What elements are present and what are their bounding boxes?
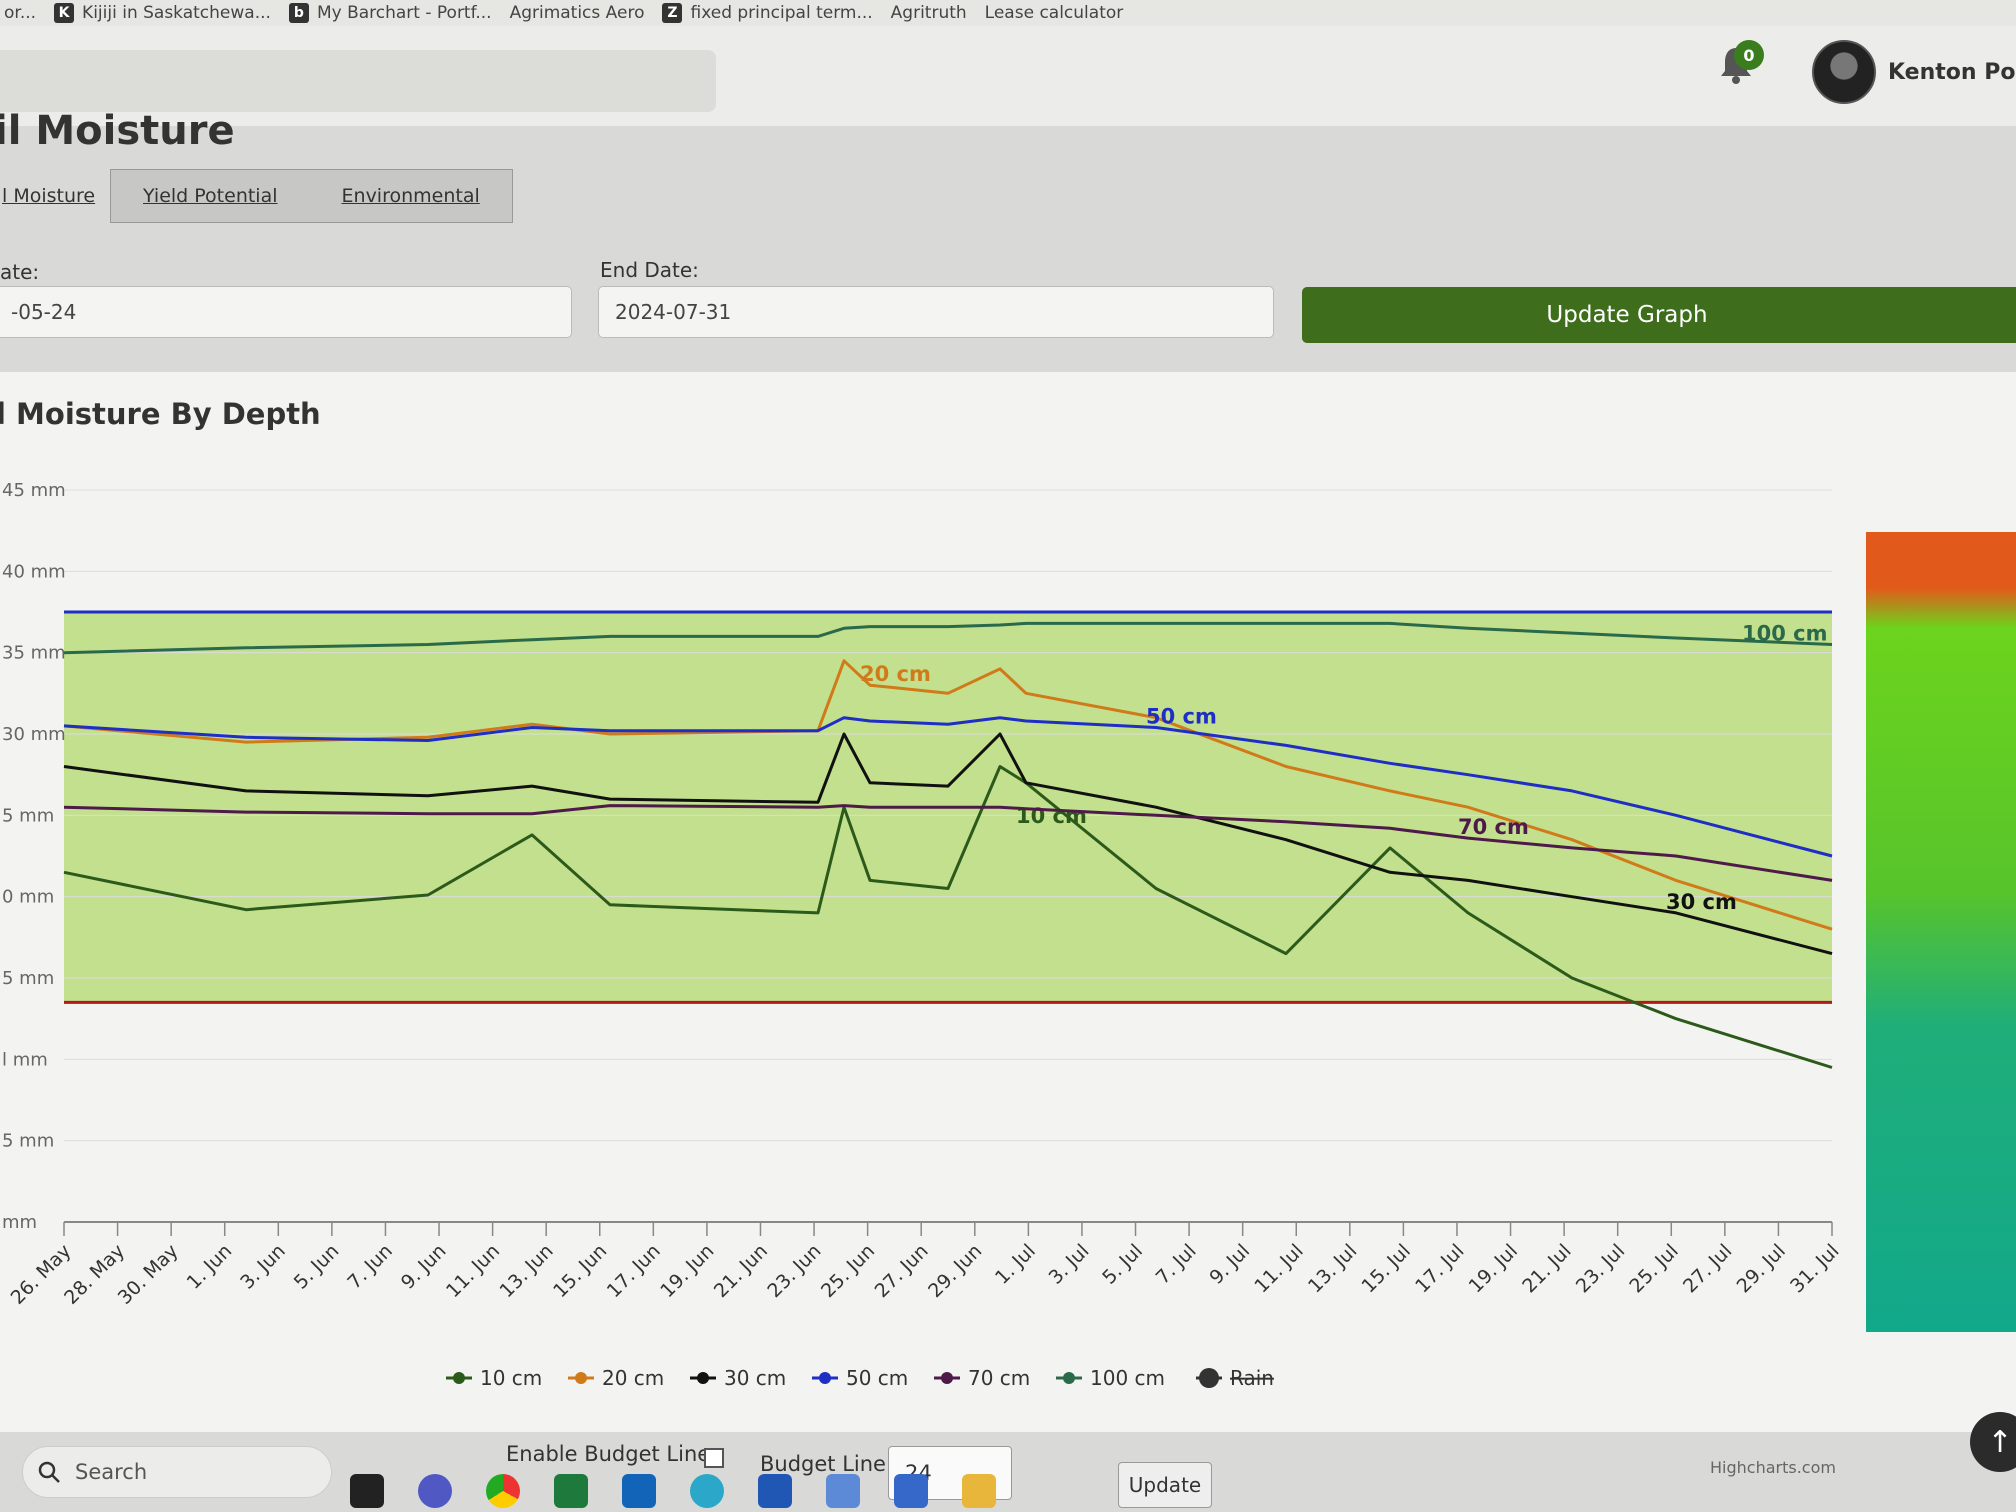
y-tick-label: 5 mm xyxy=(2,805,54,826)
edge-icon[interactable] xyxy=(690,1474,724,1508)
x-tick-label: 11. Jun xyxy=(442,1240,504,1302)
legend-symbol xyxy=(1063,1372,1075,1384)
x-tick-label: 19. Jun xyxy=(656,1240,718,1302)
legend-item-label: 100 cm xyxy=(1090,1366,1165,1390)
legend-item-label: 30 cm xyxy=(724,1366,786,1390)
legend-symbol xyxy=(453,1372,465,1384)
folder-icon[interactable] xyxy=(962,1474,996,1508)
word-icon[interactable] xyxy=(758,1474,792,1508)
x-tick-label: 25. Jul xyxy=(1625,1240,1682,1297)
budget-line-checkbox[interactable] xyxy=(704,1448,724,1468)
y-tick-label: 45 mm xyxy=(2,480,66,501)
x-tick-label: 5. Jun xyxy=(290,1240,344,1294)
budget-checkbox-label: Enable Budget Line: xyxy=(506,1442,718,1466)
legend-symbol xyxy=(575,1372,587,1384)
taskbar-apps xyxy=(350,1474,996,1508)
x-tick-label: 19. Jul xyxy=(1465,1240,1522,1297)
highcharts-credits[interactable]: Highcharts.com xyxy=(1710,1458,1836,1477)
y-tick-label: 0 mm xyxy=(2,887,54,908)
legend-item-label: Rain xyxy=(1230,1366,1274,1390)
y-tick-label: 40 mm xyxy=(2,561,66,582)
legend-item-label: 20 cm xyxy=(602,1366,664,1390)
legend-symbol xyxy=(941,1372,953,1384)
x-tick-label: 5. Jul xyxy=(1098,1240,1147,1289)
series-data-label: 70 cm xyxy=(1458,815,1529,839)
y-tick-label: l mm xyxy=(2,1049,48,1070)
x-tick-label: 30. May xyxy=(114,1240,183,1309)
x-tick-label: 15. Jun xyxy=(549,1240,611,1302)
x-tick-label: 17. Jun xyxy=(603,1240,665,1302)
x-tick-label: 21. Jun xyxy=(710,1240,772,1302)
x-tick-label: 27. Jun xyxy=(871,1240,933,1302)
x-tick-label: 9. Jul xyxy=(1205,1240,1254,1289)
legend-symbol xyxy=(697,1372,709,1384)
budget-update-button[interactable]: Update xyxy=(1118,1462,1212,1508)
series-data-label: 30 cm xyxy=(1666,890,1737,914)
y-tick-label: 35 mm xyxy=(2,643,66,664)
chrome-icon[interactable] xyxy=(486,1474,520,1508)
x-tick-label: 29. Jun xyxy=(924,1240,986,1302)
series-data-label: 20 cm xyxy=(860,662,931,686)
file-explorer-icon[interactable] xyxy=(350,1474,384,1508)
x-tick-label: 25. Jun xyxy=(817,1240,879,1302)
y-tick-label: 5 mm xyxy=(2,968,54,989)
legend-item-label: 10 cm xyxy=(480,1366,542,1390)
x-tick-label: 13. Jul xyxy=(1304,1240,1361,1297)
x-tick-label: 7. Jun xyxy=(343,1240,397,1294)
x-tick-label: 7. Jul xyxy=(1152,1240,1201,1289)
app-icon[interactable] xyxy=(894,1474,928,1508)
y-tick-label: 30 mm xyxy=(2,724,66,745)
series-data-label: 100 cm xyxy=(1742,622,1827,646)
taskbar-search[interactable]: Search xyxy=(22,1446,332,1498)
y-tick-label: mm xyxy=(2,1212,37,1233)
series-data-label: 50 cm xyxy=(1146,704,1217,728)
budget-line-label: Budget Line: xyxy=(760,1452,894,1476)
x-tick-label: 1. Jul xyxy=(991,1240,1040,1289)
x-tick-label: 13. Jun xyxy=(496,1240,558,1302)
teams-icon[interactable] xyxy=(418,1474,452,1508)
x-tick-label: 3. Jun xyxy=(236,1240,290,1294)
search-icon xyxy=(38,1461,60,1483)
x-tick-label: 1. Jun xyxy=(183,1240,237,1294)
x-tick-label: 17. Jul xyxy=(1411,1240,1468,1297)
x-tick-label: 27. Jul xyxy=(1679,1240,1736,1297)
y-tick-label: 5 mm xyxy=(2,1131,54,1152)
legend-item-label: 70 cm xyxy=(968,1366,1030,1390)
x-tick-label: 31. Jul xyxy=(1786,1240,1843,1297)
taskbar-search-placeholder: Search xyxy=(75,1460,148,1484)
app-icon[interactable] xyxy=(826,1474,860,1508)
x-tick-label: 29. Jul xyxy=(1733,1240,1790,1297)
excel-icon[interactable] xyxy=(554,1474,588,1508)
soil-moisture-chart: 45 mm 40 mm 35 mm 30 mm 5 mm 0 mm 5 mm l mm 5 mm… xyxy=(2,480,1844,1390)
x-tick-label: 11. Jul xyxy=(1250,1240,1307,1297)
x-tick-label: 23. Jul xyxy=(1572,1240,1629,1297)
legend-item-label: 50 cm xyxy=(846,1366,908,1390)
outlook-icon[interactable] xyxy=(622,1474,656,1508)
x-tick-label: 15. Jul xyxy=(1358,1240,1415,1297)
legend-symbol xyxy=(819,1372,831,1384)
x-tick-label: 21. Jul xyxy=(1518,1240,1575,1297)
legend-symbol xyxy=(1199,1368,1219,1388)
x-tick-label: 23. Jun xyxy=(763,1240,825,1302)
x-tick-label: 3. Jul xyxy=(1045,1240,1094,1289)
